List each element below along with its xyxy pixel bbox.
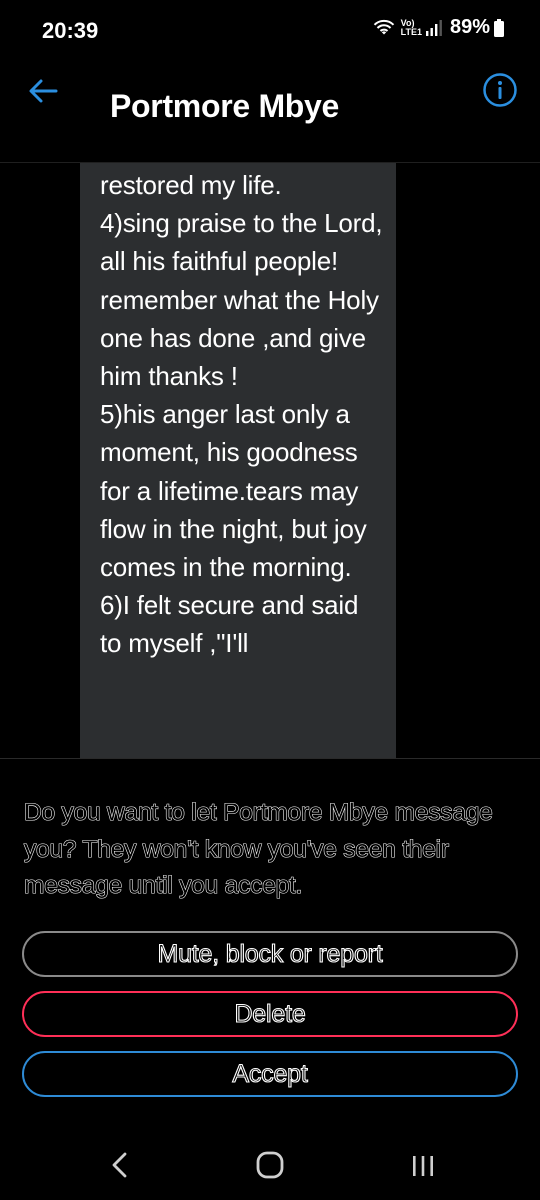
status-icons: Vo) LTE1 89% xyxy=(373,16,504,39)
network-type: Vo) LTE1 xyxy=(400,18,422,37)
wifi-icon xyxy=(373,19,394,34)
nav-home-icon[interactable] xyxy=(255,1150,285,1180)
request-prompt: Do you want to let Portmore Mbye message… xyxy=(23,798,493,899)
message-bubble: restored my life. 4)sing praise to the L… xyxy=(80,163,396,758)
signal-icon xyxy=(425,19,442,36)
mute-block-report-button[interactable]: Mute, block or report xyxy=(22,931,518,977)
nav-recents-icon[interactable] xyxy=(410,1154,436,1178)
conversation-header: Portmore Mbye xyxy=(0,64,540,160)
lte-label: LTE1 xyxy=(400,26,422,37)
nav-back-icon[interactable] xyxy=(108,1152,132,1178)
message-list[interactable]: restored my life. 4)sing praise to the L… xyxy=(0,163,540,758)
status-time: 20:39 xyxy=(42,18,99,43)
status-bar: 20:39 Vo) LTE1 89% xyxy=(0,0,540,64)
accept-button[interactable]: Accept xyxy=(22,1051,518,1097)
battery-icon xyxy=(494,18,504,37)
back-arrow-icon[interactable] xyxy=(26,74,60,108)
contact-name: Portmore Mbye xyxy=(110,88,340,124)
info-icon[interactable] xyxy=(482,72,518,108)
battery-percent: 89% xyxy=(449,16,490,38)
delete-button[interactable]: Delete xyxy=(22,991,518,1037)
system-nav-bar xyxy=(0,1130,540,1200)
